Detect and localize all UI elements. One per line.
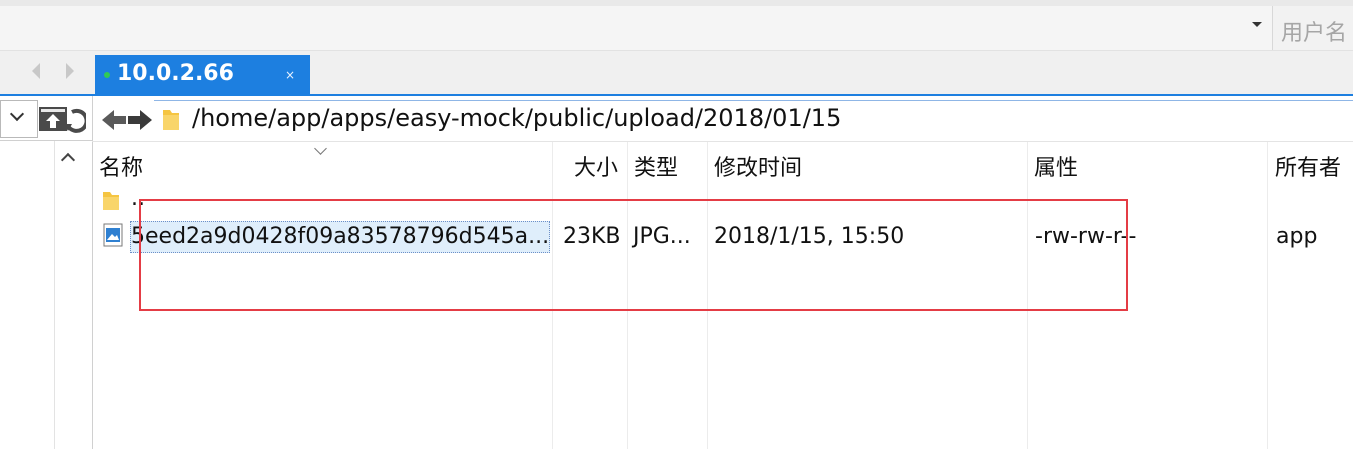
column-header-type[interactable]: 类型 — [634, 150, 678, 182]
folder-icon — [163, 110, 179, 130]
column-header-name[interactable]: 名称 — [99, 150, 143, 182]
left-pane — [0, 96, 93, 449]
column-header-attributes[interactable]: 属性 — [1034, 150, 1078, 182]
upload-refresh-icon[interactable] — [38, 104, 86, 134]
folder-icon — [103, 192, 119, 210]
username-placeholder: 用户名 — [1281, 21, 1348, 46]
tab-session-label: 10.0.2.66 — [117, 61, 234, 86]
highlight-annotation — [139, 199, 1128, 311]
list-item-owner: app — [1276, 224, 1318, 249]
column-header-modified[interactable]: 修改时间 — [714, 150, 802, 182]
connection-status-icon — [104, 72, 110, 78]
dropdown-arrow-icon[interactable] — [1252, 22, 1262, 27]
column-divider[interactable] — [1267, 142, 1268, 449]
back-forward-icon[interactable] — [100, 104, 154, 136]
username-field[interactable]: 用户名 — [1272, 6, 1353, 50]
image-file-icon — [103, 223, 123, 247]
address-separator — [92, 141, 1353, 142]
left-pane-separator — [0, 140, 92, 141]
tab-scroll-right-icon[interactable] — [66, 63, 74, 79]
left-scrollbar[interactable] — [54, 141, 55, 449]
toolbar — [0, 6, 1353, 51]
tab-scroll-left-icon[interactable] — [32, 63, 40, 79]
column-header-size[interactable]: 大小 — [574, 150, 618, 182]
current-path[interactable]: /home/app/apps/easy-mock/public/upload/2… — [192, 104, 841, 132]
tab-underline — [0, 94, 1353, 96]
column-header-owner[interactable]: 所有者 — [1275, 150, 1341, 182]
sort-chevron-icon — [314, 142, 327, 155]
tab-close-icon[interactable]: × — [285, 68, 295, 82]
